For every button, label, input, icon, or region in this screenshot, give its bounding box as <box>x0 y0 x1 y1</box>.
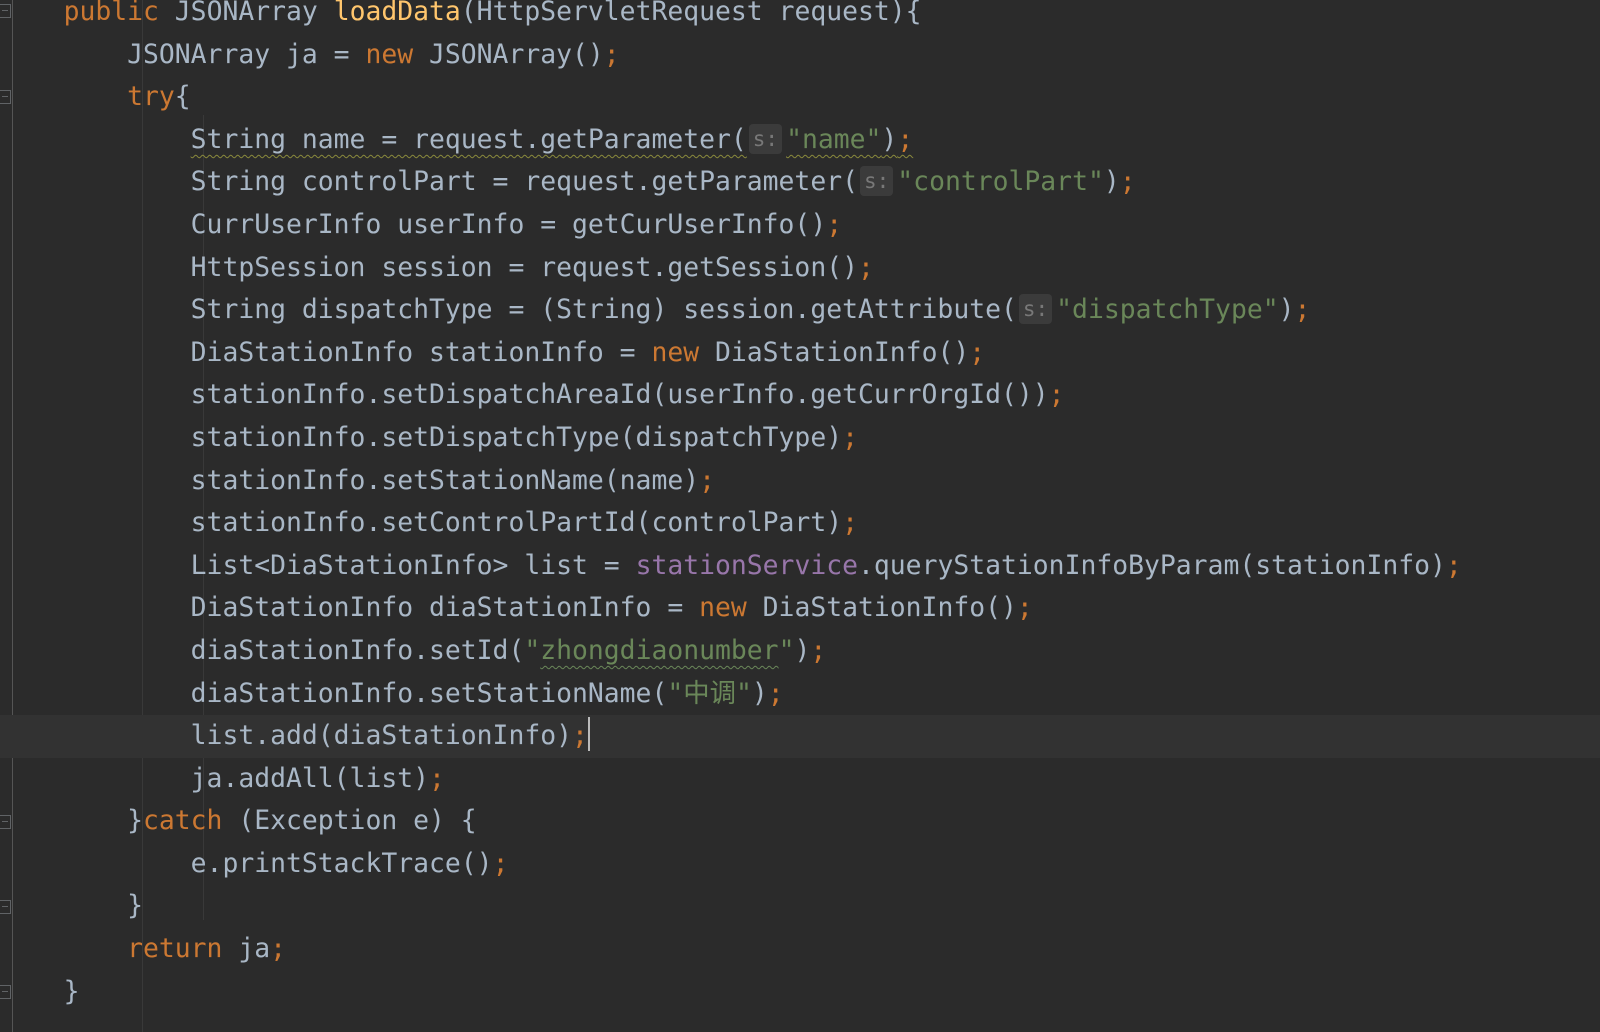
code-line: } <box>63 975 80 1007</box>
code-line: String dispatchType = (String) session.g… <box>190 294 1311 326</box>
code-line: String name = request.getParameter(s: "na… <box>0 119 1600 162</box>
code-line: String controlPart = request.getParamete… <box>190 166 1136 198</box>
field-reference: stationService <box>635 549 859 581</box>
code-line: stationInfo.setStationName(name); <box>190 464 715 496</box>
code-line: return ja; <box>127 933 287 965</box>
code-line: stationInfo.setDispatchType(dispatchType… <box>190 421 858 453</box>
method-name: loadData <box>333 0 461 27</box>
parameter-hint: s: <box>748 123 783 154</box>
code-line: try{ <box>127 81 191 113</box>
current-code-line: list.add(diaStationInfo); <box>0 715 1600 758</box>
text-caret <box>587 717 590 752</box>
code-line: DiaStationInfo diaStationInfo = new DiaS… <box>190 592 1033 624</box>
keyword: catch <box>143 805 223 837</box>
code-line: diaStationInfo.setId("zhongdiaonumber"); <box>190 634 827 666</box>
code-line: public JSONArray loadData(HttpServletReq… <box>0 0 1600 34</box>
parameter-hint: s: <box>1018 294 1053 325</box>
code-line: } <box>127 890 143 922</box>
code-line: e.printStackTrace(); <box>190 847 509 879</box>
code-line: List<DiaStationInfo> list = stationServi… <box>190 549 1462 581</box>
code-line: DiaStationInfo stationInfo = new DiaStat… <box>190 336 986 368</box>
code-line: CurrUserInfo userInfo = getCurUserInfo()… <box>190 208 843 240</box>
code-line: JSONArray ja = new JSONArray(); <box>127 38 620 70</box>
keyword: new <box>699 592 747 624</box>
code-line: stationInfo.setControlPartId(controlPart… <box>190 507 858 539</box>
keyword: new <box>651 336 700 368</box>
typo-highlight: zhongdiaonumber <box>540 634 779 666</box>
code-line: HttpSession session = request.getSession… <box>190 251 874 283</box>
keyword: try <box>127 81 175 113</box>
keyword: new <box>365 38 414 70</box>
keyword: public <box>63 0 159 27</box>
warning-highlight: String name = request.getParameter(s: "na… <box>190 123 914 155</box>
code-line: ja.addAll(list); <box>190 762 445 794</box>
parameter-hint: s: <box>860 166 894 197</box>
code-content[interactable]: public JSONArray loadData(HttpServletReq… <box>0 0 1600 1013</box>
code-line: diaStationInfo.setStationName("中调"); <box>190 677 784 709</box>
code-line: stationInfo.setDispatchAreaId(userInfo.g… <box>190 379 1065 411</box>
keyword: return <box>127 933 223 965</box>
code-editor[interactable]: public JSONArray loadData(HttpServletReq… <box>0 0 1600 1032</box>
code-line: }catch (Exception e) { <box>127 805 477 837</box>
